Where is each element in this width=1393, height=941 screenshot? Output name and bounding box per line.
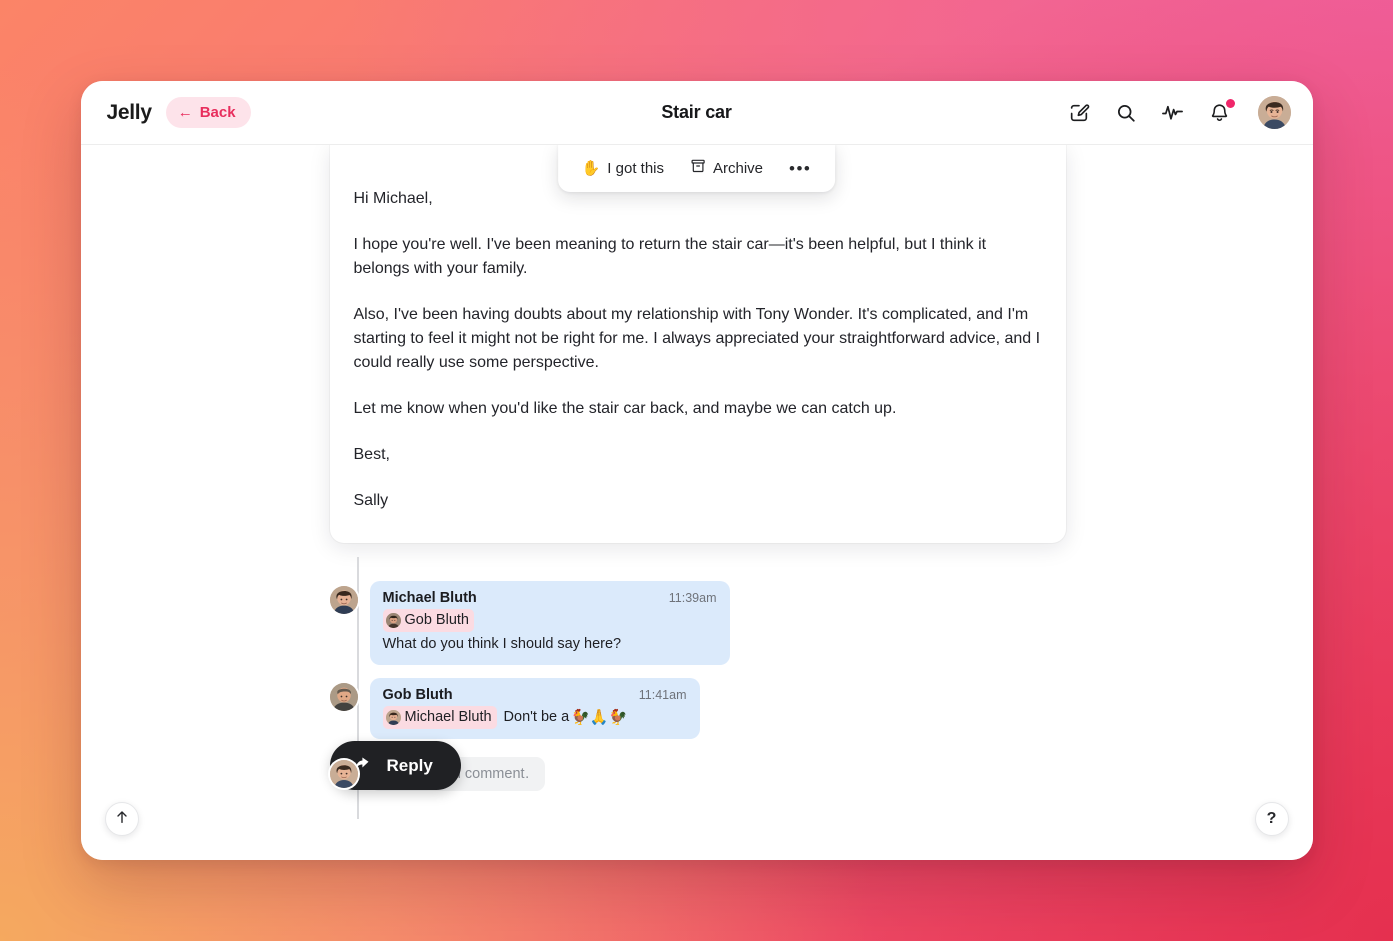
mention-name: Gob Bluth (404, 612, 470, 628)
mention-avatar (385, 613, 401, 628)
help-button[interactable]: ? (1254, 802, 1289, 836)
comment-timestamp: 11:41am (638, 688, 687, 703)
comment-header: Michael Bluth 11:39am (383, 590, 717, 606)
comment-text: Gob Bluth What do you think I should say… (382, 609, 717, 655)
avatar[interactable] (329, 760, 358, 789)
message-paragraph: Sally (353, 492, 389, 509)
message-paragraph: I hope you're well. I've been meaning to… (353, 236, 987, 277)
comment-item: Gob Bluth 11:41am Michael Bluth Don't be… (329, 678, 1070, 740)
message-action-toolbar: ✋ I got this Archive ••• (557, 145, 836, 192)
conversation-scroll-area[interactable]: Hi Michael, I hope you're well. I've bee… (80, 145, 1313, 860)
back-button-label: Back (199, 104, 236, 121)
more-options-button[interactable]: ••• (779, 154, 821, 183)
mention-chip[interactable]: Michael Bluth (382, 706, 497, 730)
archive-label: Archive (713, 159, 764, 177)
compose-icon[interactable] (1066, 100, 1092, 126)
raised-hand-icon: ✋ (581, 159, 601, 177)
app-brand: Jelly (106, 100, 153, 124)
search-icon[interactable] (1113, 100, 1139, 126)
comment-body-text: Don't be a (503, 709, 570, 726)
comment-bubble: Gob Bluth 11:41am Michael Bluth Don't be… (369, 678, 700, 740)
message-paragraph: Best, (353, 446, 390, 463)
back-button[interactable]: ← Back (165, 97, 251, 128)
reply-button-label: Reply (386, 755, 433, 775)
comment-text: Michael Bluth Don't be a 🐓🙏🐓 (382, 706, 687, 730)
comment-header: Gob Bluth 11:41am (383, 687, 687, 703)
top-bar: Jelly ← Back Stair car (80, 81, 1313, 145)
scroll-to-top-button[interactable] (104, 802, 139, 836)
archive-box-icon (690, 158, 706, 178)
mention-chip[interactable]: Gob Bluth (382, 609, 474, 633)
message-paragraph: Also, I've been having doubts about my r… (353, 306, 1041, 371)
mention-name: Michael Bluth (404, 709, 492, 726)
i-got-this-label: I got this (607, 159, 664, 177)
archive-button[interactable]: Archive (680, 152, 773, 184)
comment-timestamp: 11:39am (668, 591, 717, 605)
back-arrow-icon: ← (177, 103, 193, 121)
comment-body-text: What do you think I should say here? (382, 636, 622, 653)
avatar[interactable] (329, 683, 358, 712)
message-card: Hi Michael, I hope you're well. I've bee… (329, 145, 1066, 543)
message-body: Hi Michael, I hope you're well. I've bee… (354, 187, 1042, 513)
avatar[interactable] (329, 586, 358, 614)
comment-author: Michael Bluth (382, 590, 477, 606)
top-bar-actions (1066, 96, 1291, 129)
mention-avatar (385, 710, 401, 726)
avatar[interactable] (1257, 96, 1291, 129)
comment-author: Gob Bluth (382, 687, 453, 704)
i-got-this-button[interactable]: ✋ I got this (572, 154, 674, 183)
arrow-up-icon (114, 809, 130, 830)
scroll-body: Hi Michael, I hope you're well. I've bee… (81, 145, 1313, 860)
activity-icon[interactable] (1160, 100, 1186, 126)
app-window: Jelly ← Back Stair car Hi Michael, I hop… (80, 81, 1313, 860)
bell-icon[interactable] (1207, 98, 1235, 126)
notification-dot (1225, 98, 1235, 108)
comment-bubble: Michael Bluth 11:39am Gob Bluth What do … (369, 581, 730, 666)
comment-emojis: 🐓🙏🐓 (571, 708, 628, 726)
comment-item: Michael Bluth 11:39am Gob Bluth What do … (329, 581, 1070, 666)
message-paragraph: Let me know when you'd like the stair ca… (353, 400, 897, 417)
